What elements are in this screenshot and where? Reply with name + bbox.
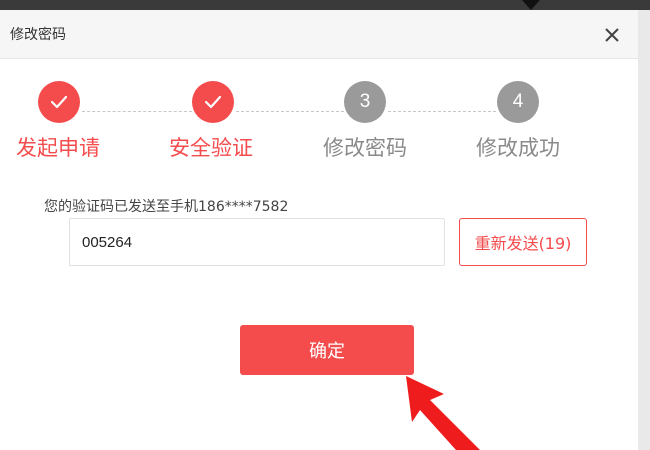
- step-3-number: 3: [359, 91, 371, 112]
- check-icon: [204, 95, 222, 109]
- sms-sent-hint: 您的验证码已发送至手机186****7582: [44, 199, 289, 215]
- dialog-title: 修改密码: [10, 27, 66, 43]
- dialog-header: 修改密码: [0, 10, 638, 59]
- step-2-circle: [192, 81, 234, 123]
- check-icon: [50, 95, 68, 109]
- step-3-label: 修改密码: [323, 136, 407, 160]
- close-icon[interactable]: [600, 23, 624, 47]
- confirm-button[interactable]: 确定: [240, 325, 414, 375]
- step-1-circle: [38, 81, 80, 123]
- resend-code-button[interactable]: 重新发送(19): [459, 218, 587, 266]
- step-4-label: 修改成功: [476, 136, 560, 160]
- step-4-number: 4: [512, 91, 524, 112]
- verification-code-input[interactable]: [69, 218, 445, 266]
- step-connector: [236, 111, 344, 112]
- step-2-label: 安全验证: [169, 136, 253, 160]
- dropdown-pointer: [522, 0, 540, 10]
- step-connector: [388, 111, 496, 112]
- background-right-edge: [638, 10, 650, 450]
- step-4-circle: 4: [497, 81, 539, 123]
- background-top-strip: [0, 0, 650, 10]
- step-3-circle: 3: [344, 81, 386, 123]
- step-1-label: 发起申请: [16, 136, 100, 160]
- annotation-arrow-icon: [406, 376, 480, 450]
- step-connector: [82, 111, 192, 112]
